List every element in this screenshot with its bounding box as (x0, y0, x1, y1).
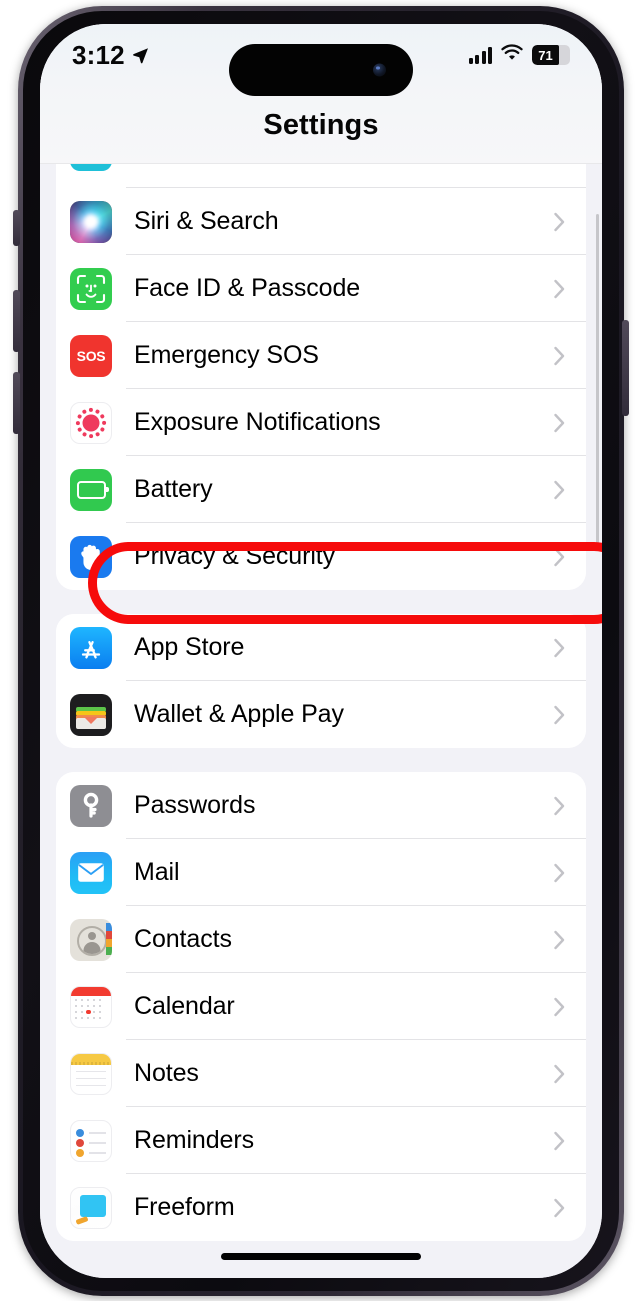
sos-icon-text: SOS (76, 347, 106, 364)
settings-row-label: Calendar (134, 992, 235, 1020)
chevron-right-icon (554, 480, 565, 499)
chevron-right-icon (554, 1064, 565, 1083)
chevron-right-icon (554, 212, 565, 231)
chevron-right-icon (554, 1131, 565, 1150)
face-id-icon (70, 267, 112, 310)
contacts-icon (70, 918, 112, 961)
settings-list[interactable]: Siri & Search Face ID & Passcode SOS Eme… (40, 24, 602, 1278)
settings-row-app-store[interactable]: App Store (56, 614, 586, 681)
settings-row-label: Exposure Notifications (134, 408, 381, 436)
chevron-right-icon (554, 638, 565, 657)
chevron-right-icon (554, 705, 565, 724)
siri-icon (70, 200, 112, 243)
chevron-right-icon (554, 279, 565, 298)
home-indicator[interactable] (221, 1253, 421, 1260)
freeform-icon (70, 1186, 112, 1229)
location-arrow-icon (132, 47, 149, 64)
chevron-right-icon (554, 547, 565, 566)
app-store-icon (70, 626, 112, 669)
battery-settings-icon (70, 468, 112, 511)
settings-row-mail[interactable]: Mail (56, 839, 586, 906)
chevron-right-icon (554, 863, 565, 882)
battery-icon: 71 (532, 45, 570, 65)
passwords-key-icon (70, 784, 112, 827)
settings-row-label: Emergency SOS (134, 341, 319, 369)
volume-down-button[interactable] (13, 372, 20, 434)
dynamic-island (229, 44, 413, 96)
exposure-notifications-icon (70, 401, 112, 444)
cellular-signal-icon (468, 46, 492, 64)
settings-row-calendar[interactable]: Calendar (56, 973, 586, 1040)
settings-row-label: Siri & Search (134, 207, 279, 235)
settings-row-label: Face ID & Passcode (134, 274, 361, 302)
settings-row-label: App Store (134, 633, 245, 661)
settings-row-battery[interactable]: Battery (56, 456, 586, 523)
settings-row-freeform[interactable]: Freeform (56, 1174, 586, 1241)
settings-row-contacts[interactable]: Contacts (56, 906, 586, 973)
settings-row-passwords[interactable]: Passwords (56, 772, 586, 839)
volume-up-button[interactable] (13, 290, 20, 352)
reminders-icon (70, 1119, 112, 1162)
settings-group-store: App Store Wallet & Apple Pay (56, 614, 586, 748)
settings-row-label: Battery (134, 475, 213, 503)
chevron-right-icon (554, 997, 565, 1016)
settings-row-label: Wallet & Apple Pay (134, 700, 344, 728)
settings-row-label: Contacts (134, 925, 232, 953)
page-title: Settings (263, 108, 379, 141)
screenshot-stage: Siri & Search Face ID & Passcode SOS Eme… (0, 0, 642, 1301)
wifi-icon (501, 44, 523, 66)
battery-percent-label: 71 (538, 47, 553, 63)
front-camera-icon (373, 63, 386, 77)
chevron-right-icon (554, 930, 565, 949)
status-clock: 3:12 (72, 39, 125, 70)
silent-switch[interactable] (13, 210, 20, 246)
notes-icon (70, 1052, 112, 1095)
chevron-right-icon (554, 796, 565, 815)
settings-row-siri-search[interactable]: Siri & Search (56, 188, 586, 255)
emergency-sos-icon: SOS (70, 334, 112, 377)
chevron-right-icon (554, 413, 565, 432)
settings-row-label: Notes (134, 1059, 199, 1087)
side-power-button[interactable] (622, 320, 629, 416)
settings-row-notes[interactable]: Notes (56, 1040, 586, 1107)
settings-row-exposure-notifications[interactable]: Exposure Notifications (56, 389, 586, 456)
settings-row-label: Mail (134, 858, 180, 886)
settings-row-face-id-passcode[interactable]: Face ID & Passcode (56, 255, 586, 322)
settings-group-apps: Passwords Mail Contacts Calendar Notes R… (56, 772, 586, 1241)
settings-row-reminders[interactable]: Reminders (56, 1107, 586, 1174)
settings-row-emergency-sos[interactable]: SOS Emergency SOS (56, 322, 586, 389)
calendar-icon (70, 985, 112, 1028)
scroll-indicator[interactable] (596, 214, 599, 544)
settings-row-label: Freeform (134, 1193, 235, 1221)
settings-row-label: Privacy & Security (134, 542, 336, 570)
settings-row-label: Passwords (134, 791, 256, 819)
privacy-hand-icon (70, 535, 112, 578)
phone-screen: Siri & Search Face ID & Passcode SOS Eme… (40, 24, 602, 1278)
settings-row-privacy-security[interactable]: Privacy & Security (56, 523, 586, 590)
settings-group-system: Siri & Search Face ID & Passcode SOS Eme… (56, 142, 586, 590)
wallet-icon (70, 693, 112, 736)
settings-row-label: Reminders (134, 1126, 254, 1154)
chevron-right-icon (554, 1198, 565, 1217)
mail-icon (70, 851, 112, 894)
settings-row-wallet-apple-pay[interactable]: Wallet & Apple Pay (56, 681, 586, 748)
chevron-right-icon (554, 346, 565, 365)
